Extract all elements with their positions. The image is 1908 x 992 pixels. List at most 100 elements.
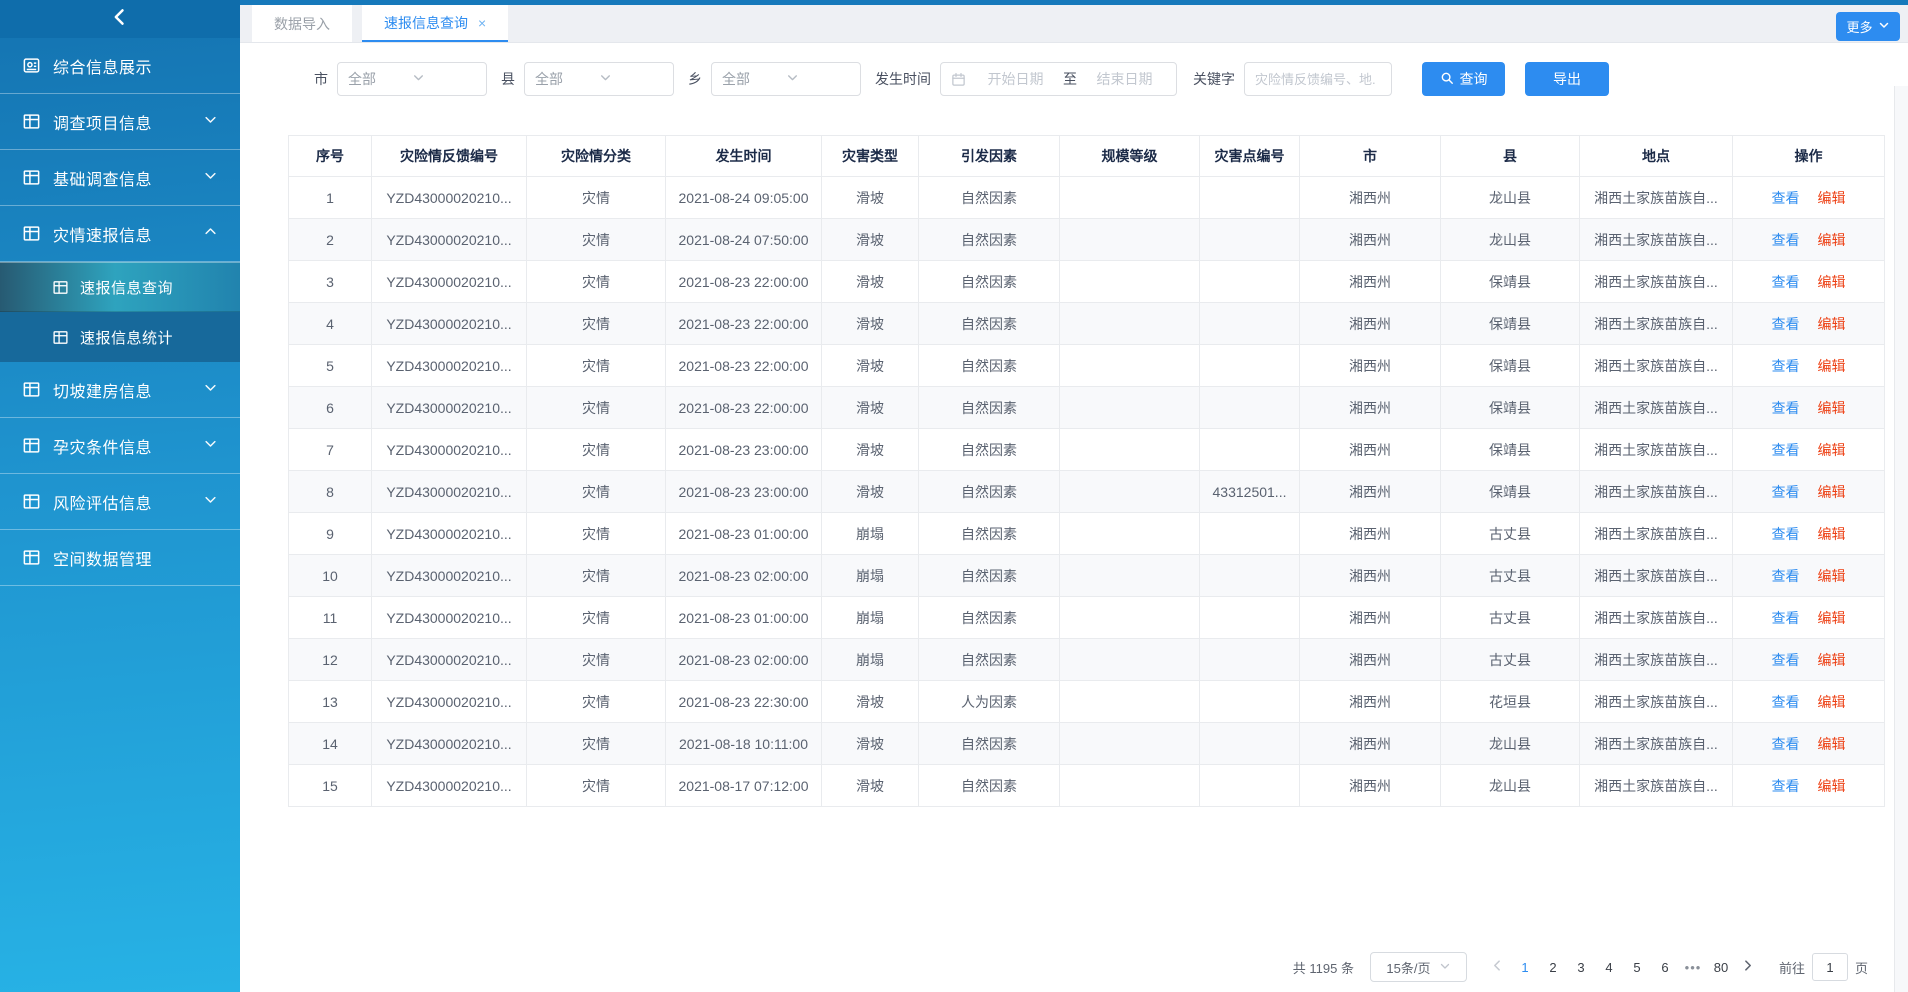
sidebar-collapse-button[interactable]: [0, 0, 240, 38]
view-link[interactable]: 查看: [1772, 568, 1800, 584]
view-link[interactable]: 查看: [1772, 400, 1800, 416]
edit-link[interactable]: 编辑: [1818, 526, 1846, 542]
search-button[interactable]: 查询: [1422, 62, 1505, 96]
chevron-down-icon: [203, 168, 218, 188]
page-number-button[interactable]: 2: [1539, 960, 1567, 975]
town-select[interactable]: 全部: [711, 62, 861, 96]
filter-bar: 市 全部 县 全部 乡 全部 发生时间: [240, 43, 1908, 100]
sidebar-item[interactable]: 孕灾条件信息: [0, 418, 240, 474]
view-link[interactable]: 查看: [1772, 274, 1800, 290]
edit-link[interactable]: 编辑: [1818, 652, 1846, 668]
sidebar-item[interactable]: 灾情速报信息: [0, 206, 240, 262]
table-cell: 滑坡: [822, 429, 919, 471]
keyword-filter-label: 关键字: [1193, 69, 1235, 89]
view-link[interactable]: 查看: [1772, 778, 1800, 794]
view-link[interactable]: 查看: [1772, 526, 1800, 542]
table-cell: 湘西州: [1300, 177, 1441, 219]
edit-link[interactable]: 编辑: [1818, 442, 1846, 458]
view-link[interactable]: 查看: [1772, 316, 1800, 332]
view-link[interactable]: 查看: [1772, 358, 1800, 374]
table-cell: 滑坡: [822, 303, 919, 345]
page-number-button[interactable]: 3: [1567, 960, 1595, 975]
view-link[interactable]: 查看: [1772, 232, 1800, 248]
table-row: 8YZD43000020210...灾情2021-08-23 23:00:00滑…: [289, 471, 1885, 513]
next-page-button[interactable]: [1735, 959, 1761, 975]
export-button[interactable]: 导出: [1525, 62, 1609, 96]
view-link[interactable]: 查看: [1772, 610, 1800, 626]
edit-link[interactable]: 编辑: [1818, 358, 1846, 374]
edit-link[interactable]: 编辑: [1818, 778, 1846, 794]
table-cell: 灾情: [527, 219, 666, 261]
table-cell: 8: [289, 471, 372, 513]
end-date-placeholder[interactable]: 结束日期: [1083, 69, 1166, 89]
sidebar-subitem[interactable]: 速报信息查询: [0, 262, 240, 312]
keyword-input[interactable]: [1244, 62, 1392, 96]
sidebar-item-label: 风险评估信息: [53, 490, 203, 514]
goto-page-input[interactable]: [1812, 953, 1848, 981]
sidebar-subitem[interactable]: 速报信息统计: [0, 312, 240, 362]
edit-link[interactable]: 编辑: [1818, 400, 1846, 416]
view-link[interactable]: 查看: [1772, 736, 1800, 752]
actions-cell: 查看 编辑: [1733, 765, 1885, 807]
table-cell: YZD43000020210...: [372, 597, 527, 639]
view-link[interactable]: 查看: [1772, 484, 1800, 500]
sidebar: 综合信息展示调查项目信息基础调查信息灾情速报信息速报信息查询速报信息统计切坡建房…: [0, 0, 240, 992]
sidebar-item[interactable]: 综合信息展示: [0, 38, 240, 94]
page-number-button[interactable]: 6: [1651, 960, 1679, 975]
sidebar-item[interactable]: 调查项目信息: [0, 94, 240, 150]
tab-report-query[interactable]: 速报信息查询 ×: [362, 5, 508, 42]
tab-data-import[interactable]: 数据导入: [252, 5, 352, 42]
town-filter-label: 乡: [688, 69, 702, 89]
start-date-placeholder[interactable]: 开始日期: [974, 69, 1057, 89]
sidebar-item[interactable]: 切坡建房信息: [0, 362, 240, 418]
chevron-left-icon: [110, 7, 130, 32]
page-number-button[interactable]: 1: [1511, 960, 1539, 975]
view-link[interactable]: 查看: [1772, 190, 1800, 206]
edit-link[interactable]: 编辑: [1818, 568, 1846, 584]
actions-cell: 查看 编辑: [1733, 345, 1885, 387]
table-row: 2YZD43000020210...灾情2021-08-24 07:50:00滑…: [289, 219, 1885, 261]
edit-link[interactable]: 编辑: [1818, 736, 1846, 752]
city-select[interactable]: 全部: [337, 62, 487, 96]
table-cell: 9: [289, 513, 372, 555]
actions-cell: 查看 编辑: [1733, 261, 1885, 303]
chevron-down-icon: [1878, 19, 1890, 34]
table-row: 7YZD43000020210...灾情2021-08-23 23:00:00滑…: [289, 429, 1885, 471]
table-cell: 古丈县: [1441, 639, 1580, 681]
sidebar-item[interactable]: 基础调查信息: [0, 150, 240, 206]
edit-link[interactable]: 编辑: [1818, 694, 1846, 710]
column-header: 灾险情反馈编号: [372, 136, 527, 177]
page-number-button[interactable]: 5: [1623, 960, 1651, 975]
more-button[interactable]: 更多: [1836, 12, 1900, 41]
page-number-button[interactable]: 80: [1707, 960, 1735, 975]
date-range-picker[interactable]: 开始日期 至 结束日期: [940, 62, 1177, 96]
table-cell: 龙山县: [1441, 177, 1580, 219]
table-row: 6YZD43000020210...灾情2021-08-23 22:00:00滑…: [289, 387, 1885, 429]
prev-page-button[interactable]: [1485, 959, 1511, 975]
county-select[interactable]: 全部: [524, 62, 674, 96]
table-cell: 保靖县: [1441, 345, 1580, 387]
sidebar-item[interactable]: 空间数据管理: [0, 530, 240, 586]
table-cell: 灾情: [527, 303, 666, 345]
table-cell: 2021-08-23 22:00:00: [666, 387, 822, 429]
edit-link[interactable]: 编辑: [1818, 190, 1846, 206]
page-size-select[interactable]: 15条/页: [1370, 952, 1467, 982]
main-area: 数据导入 速报信息查询 × 更多 市 全部 县: [240, 0, 1908, 992]
edit-link[interactable]: 编辑: [1818, 274, 1846, 290]
table-cell: 灾情: [527, 597, 666, 639]
table-cell: YZD43000020210...: [372, 303, 527, 345]
edit-link[interactable]: 编辑: [1818, 232, 1846, 248]
tab-close-icon[interactable]: ×: [478, 16, 486, 30]
edit-link[interactable]: 编辑: [1818, 610, 1846, 626]
edit-link[interactable]: 编辑: [1818, 484, 1846, 500]
vertical-scrollbar[interactable]: [1894, 86, 1908, 992]
edit-link[interactable]: 编辑: [1818, 316, 1846, 332]
view-link[interactable]: 查看: [1772, 442, 1800, 458]
table-cell: 湘西州: [1300, 471, 1441, 513]
view-link[interactable]: 查看: [1772, 652, 1800, 668]
page-number-button[interactable]: 4: [1595, 960, 1623, 975]
sidebar-item[interactable]: 风险评估信息: [0, 474, 240, 530]
table-cell: [1200, 597, 1300, 639]
view-link[interactable]: 查看: [1772, 694, 1800, 710]
table-cell: [1060, 765, 1200, 807]
